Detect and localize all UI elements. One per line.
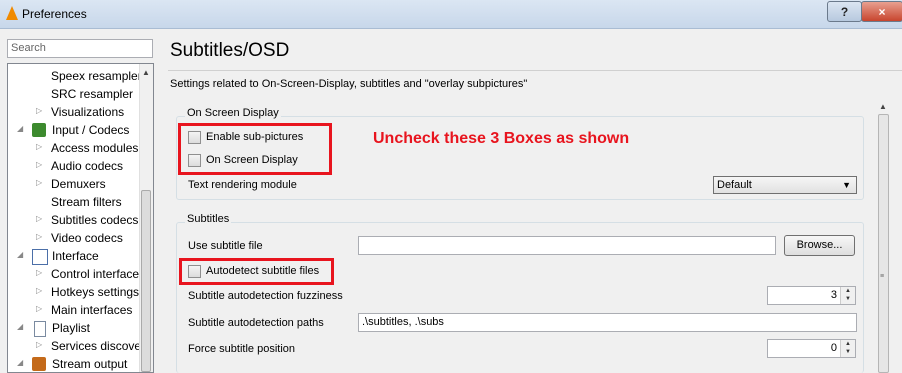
expand-arrow-icon[interactable]: ▷ bbox=[36, 142, 42, 151]
osd-group-title: On Screen Display bbox=[185, 107, 281, 119]
expand-arrow-icon[interactable]: ▷ bbox=[36, 178, 42, 187]
window-title: Preferences bbox=[22, 7, 87, 21]
fuzziness-spinbox[interactable]: 3 ▲ ▼ bbox=[767, 286, 856, 305]
expand-arrow-icon[interactable]: ▷ bbox=[36, 106, 42, 115]
tree-item-hotkeys-settings[interactable]: Hotkeys settings bbox=[51, 283, 139, 301]
fuzziness-label: Subtitle autodetection fuzziness bbox=[188, 290, 343, 302]
expand-arrow-icon[interactable]: ▷ bbox=[36, 214, 42, 223]
fuzziness-value: 3 bbox=[830, 289, 837, 301]
tree-item-stream-filters[interactable]: Stream filters bbox=[51, 193, 122, 211]
title-divider bbox=[168, 70, 902, 71]
annotation-box-autodetect bbox=[179, 258, 334, 285]
tree-item-video-codecs[interactable]: Video codecs bbox=[51, 229, 123, 247]
tree-item-demuxers[interactable]: Demuxers bbox=[51, 175, 106, 193]
spin-arrows-icon[interactable]: ▲ ▼ bbox=[840, 340, 855, 357]
title-bar: Preferences ? × bbox=[0, 0, 902, 29]
panel-description: Settings related to On-Screen-Display, s… bbox=[170, 78, 528, 90]
tree-item-control-interface[interactable]: Control interface bbox=[51, 265, 139, 283]
tree-item-speex-resampler[interactable]: Speex resampler bbox=[51, 67, 142, 85]
content-scrollbar-thumb[interactable] bbox=[878, 114, 889, 373]
preferences-tree[interactable]: Speex resampler SRC resampler ▷ Visualiz… bbox=[7, 63, 154, 373]
help-button[interactable]: ? bbox=[827, 1, 862, 22]
subtitle-file-input[interactable] bbox=[358, 236, 776, 255]
expand-arrow-icon[interactable]: ▷ bbox=[36, 232, 42, 241]
page-title: Subtitles/OSD bbox=[170, 40, 290, 61]
scroll-up-arrow-icon[interactable]: ▲ bbox=[879, 102, 887, 111]
tree-scrollbar-thumb[interactable] bbox=[141, 190, 151, 372]
tree-item-visualizations[interactable]: Visualizations bbox=[51, 103, 124, 121]
dropdown-arrow-icon: ▼ bbox=[842, 180, 851, 190]
tree-scrollbar[interactable]: ▲ bbox=[139, 64, 153, 372]
content-scrollbar[interactable]: ▲ ≡ bbox=[877, 100, 890, 373]
tree-item-audio-codecs[interactable]: Audio codecs bbox=[51, 157, 123, 175]
force-position-value: 0 bbox=[830, 342, 837, 354]
tree-item-stream-output[interactable]: Stream output bbox=[52, 355, 127, 372]
scroll-up-arrow-icon[interactable]: ▲ bbox=[142, 68, 150, 77]
collapse-arrow-icon[interactable]: ◢ bbox=[17, 322, 23, 331]
tree-item-main-interfaces[interactable]: Main interfaces bbox=[51, 301, 132, 319]
tree-item-input-codecs[interactable]: Input / Codecs bbox=[52, 121, 129, 139]
collapse-arrow-icon[interactable]: ◢ bbox=[17, 250, 23, 259]
input-codecs-icon bbox=[32, 123, 46, 137]
search-input[interactable]: Search bbox=[7, 39, 153, 58]
expand-arrow-icon[interactable]: ▷ bbox=[36, 268, 42, 277]
force-position-spinbox[interactable]: 0 ▲ ▼ bbox=[767, 339, 856, 358]
expand-arrow-icon[interactable]: ▷ bbox=[36, 340, 42, 349]
tree-item-playlist[interactable]: Playlist bbox=[52, 319, 90, 337]
collapse-arrow-icon[interactable]: ◢ bbox=[17, 358, 23, 367]
use-subtitle-file-label: Use subtitle file bbox=[188, 240, 263, 252]
tree-item-src-resampler[interactable]: SRC resampler bbox=[51, 85, 133, 103]
spin-arrows-icon[interactable]: ▲ ▼ bbox=[840, 287, 855, 304]
expand-arrow-icon[interactable]: ▷ bbox=[36, 304, 42, 313]
tree-item-services-discovery[interactable]: Services discove bbox=[51, 337, 141, 355]
tree-item-subtitles-codecs[interactable]: Subtitles codecs bbox=[51, 211, 138, 229]
expand-arrow-icon[interactable]: ▷ bbox=[36, 286, 42, 295]
annotation-text: Uncheck these 3 Boxes as shown bbox=[373, 130, 630, 147]
browse-button[interactable]: Browse... bbox=[784, 235, 855, 256]
text-rendering-label: Text rendering module bbox=[188, 179, 297, 191]
collapse-arrow-icon[interactable]: ◢ bbox=[17, 124, 23, 133]
autodetection-paths-label: Subtitle autodetection paths bbox=[188, 317, 324, 329]
autodetection-paths-input[interactable]: .\subtitles, .\subs bbox=[358, 313, 857, 332]
annotation-box-osd bbox=[178, 123, 332, 175]
playlist-icon bbox=[34, 321, 46, 337]
tree-item-interface[interactable]: Interface bbox=[52, 247, 99, 265]
force-position-label: Force subtitle position bbox=[188, 343, 295, 355]
vlc-cone-icon bbox=[6, 6, 18, 20]
tree-item-access-modules[interactable]: Access modules bbox=[51, 139, 138, 157]
interface-icon bbox=[32, 249, 48, 265]
close-button[interactable]: × bbox=[861, 1, 902, 22]
text-rendering-value: Default bbox=[717, 179, 752, 191]
stream-output-icon bbox=[32, 357, 46, 371]
subtitles-group-title: Subtitles bbox=[185, 213, 232, 225]
scrollbar-grip-icon: ≡ bbox=[880, 273, 885, 280]
text-rendering-select[interactable]: Default ▼ bbox=[713, 176, 857, 194]
expand-arrow-icon[interactable]: ▷ bbox=[36, 160, 42, 169]
